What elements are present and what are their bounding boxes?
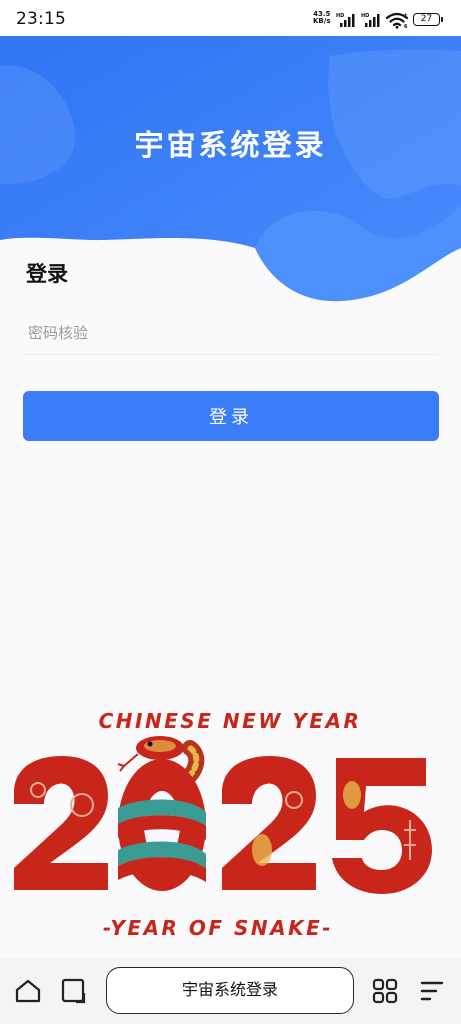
svg-text:6: 6 [404,24,408,29]
wifi-icon: + 6 [385,12,409,29]
banner-year: 2025 [229,849,232,851]
banner-title: CHINESE NEW YEAR [99,709,362,733]
status-bar: 23:15 43.5 KB/s HD HD + 6 27 [0,0,461,36]
year-digit-5 [332,758,432,894]
network-speed: 43.5 KB/s [313,11,330,25]
chinese-new-year-banner: CHINESE NEW YEAR 2025 -YEAR OF SNAKE- [14,709,432,940]
header-wave-background [0,36,461,302]
status-time: 23:15 [16,9,66,29]
year-digit-2-first [14,756,108,890]
banner-subtitle: -YEAR OF SNAKE- [103,916,333,940]
svg-text:HD: HD [336,13,344,19]
year-digit-0 [118,759,206,891]
address-bar[interactable]: 宇宙系统登录 [106,967,354,1014]
page-header: 宇宙系统登录 [0,36,461,306]
cell-signal-icon: HD [336,13,355,27]
apps-icon[interactable] [371,977,399,1005]
cell-signal-icon: HD [361,13,380,27]
battery-icon: 27 [413,13,443,26]
year-digit-2-second [222,756,316,890]
login-heading: 登录 [26,262,68,286]
network-speed-unit: KB/s [313,17,331,25]
login-button[interactable]: 登录 [23,391,439,441]
password-input[interactable] [22,311,437,355]
home-icon[interactable] [14,977,42,1005]
page-title: 宇宙系统登录 [134,128,327,162]
svg-text:HD: HD [361,13,369,19]
tab-switch-icon[interactable] [60,977,88,1005]
browser-bottom-bar: 宇宙系统登录 [0,958,461,1024]
svg-text:+: + [403,12,408,19]
menu-icon[interactable] [418,977,446,1005]
